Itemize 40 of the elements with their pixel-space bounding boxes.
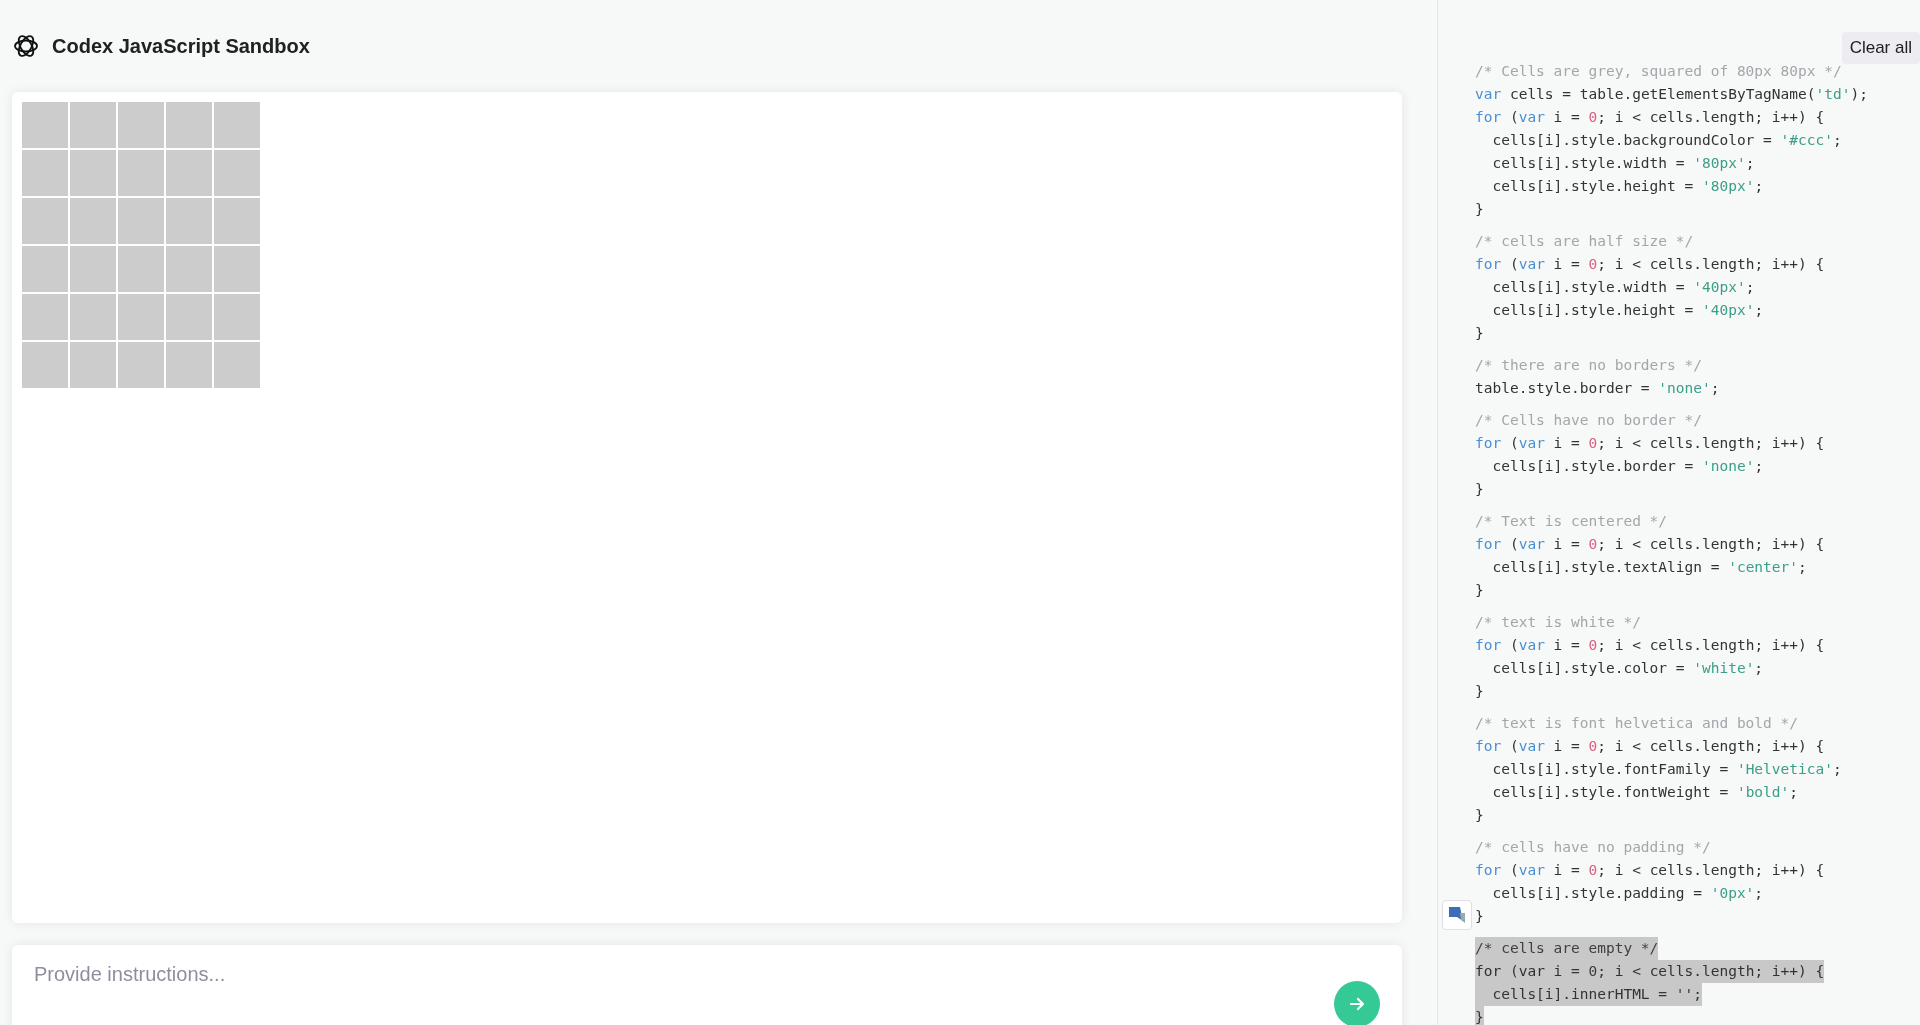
code-line: cells[i].style.fontFamily = 'Helvetica';	[1491, 760, 1842, 779]
code-line: /* Cells are grey, squared of 80px 80px */	[1475, 62, 1842, 81]
code-line: cells[i].style.height = '40px';	[1491, 301, 1764, 320]
code-line: cells[i].style.width = '40px';	[1491, 278, 1755, 297]
code-line: for (var i = 0; i < cells.length; i++) {	[1475, 108, 1825, 127]
code-line: }	[1475, 480, 1484, 499]
code-line: /* Text is centered */	[1475, 512, 1668, 531]
code-line: /* text is font helvetica and bold */	[1475, 714, 1798, 733]
code-line: /* Cells have no border */	[1475, 411, 1702, 430]
app-title: Codex JavaScript Sandbox	[52, 34, 310, 58]
code-line: }	[1475, 806, 1484, 825]
code-line: /* cells are half size */	[1475, 232, 1694, 251]
code-line: for (var i = 0; i < cells.length; i++) {	[1475, 255, 1825, 274]
code-line: cells[i].style.textAlign = 'center';	[1491, 558, 1807, 577]
code-line: for (var i = 0; i < cells.length; i++) {	[1475, 535, 1825, 554]
translate-icon[interactable]	[1442, 900, 1472, 930]
code-line: }	[1475, 682, 1484, 701]
code-line: table.style.border = 'none';	[1475, 379, 1720, 398]
code-line: cells[i].style.padding = '0px';	[1491, 884, 1764, 903]
code-line: cells[i].style.height = '80px';	[1491, 177, 1764, 196]
code-line: }	[1475, 324, 1484, 343]
code-line: }	[1475, 200, 1484, 219]
code-line: cells[i].style.color = 'white';	[1491, 659, 1764, 678]
code-line: }	[1475, 581, 1484, 600]
code-line: }	[1475, 907, 1484, 926]
code-line: cells[i].style.fontWeight = 'bold';	[1491, 783, 1799, 802]
code-line: cells[i].style.border = 'none';	[1491, 457, 1764, 476]
code-line: /* there are no borders */	[1475, 356, 1702, 375]
code-line: cells[i].style.width = '80px';	[1491, 154, 1755, 173]
code-line: var cells = table.getElementsByTagName('td');	[1475, 85, 1868, 104]
code-line: for (var i = 0; i < cells.length; i++) {	[1475, 737, 1825, 756]
code-line: for (var i = 0; i < cells.length; i++) {	[1475, 434, 1825, 453]
code-line: for (var i = 0; i < cells.length; i++) {	[1475, 861, 1825, 880]
logo-icon	[12, 32, 40, 60]
prompt-field[interactable]: Provide instructions...	[34, 963, 1334, 986]
code-line: cells[i].style.backgroundColor = '#ccc';	[1491, 131, 1842, 150]
code-line: /* text is white */	[1475, 613, 1641, 632]
code-line: /* cells have no padding */	[1475, 838, 1711, 857]
clear-all-button[interactable]: Clear all	[1841, 32, 1920, 64]
code-line: for (var i = 0; i < cells.length; i++) {	[1475, 636, 1825, 655]
